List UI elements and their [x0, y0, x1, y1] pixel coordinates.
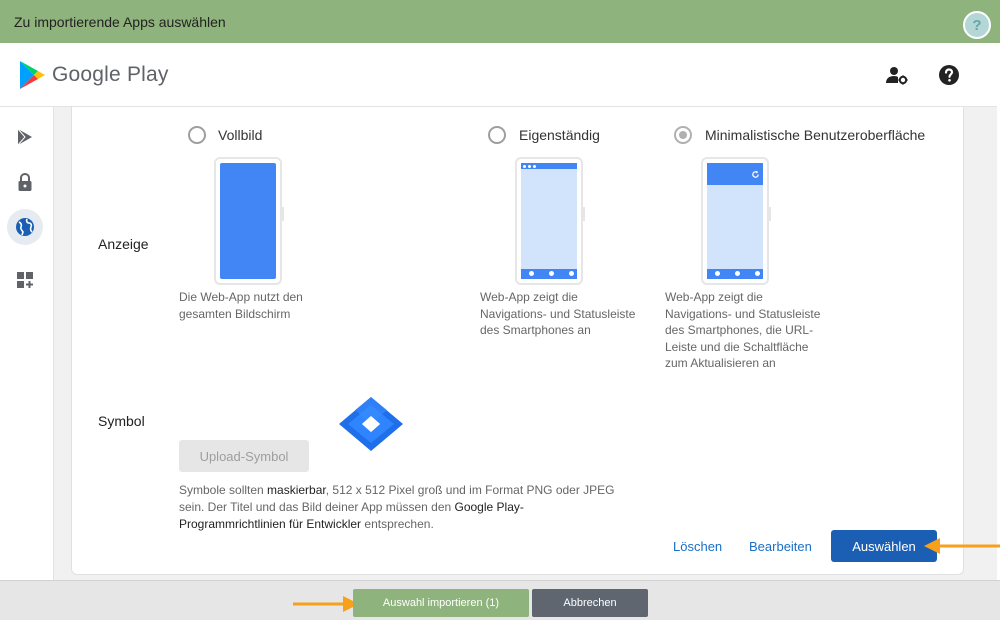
user-settings-icon[interactable]	[885, 63, 909, 87]
radio-standalone[interactable]	[488, 126, 506, 144]
play-icon	[17, 128, 32, 146]
radio-minimal-ui[interactable]	[674, 126, 692, 144]
import-selection-button[interactable]: Auswahl importieren (1)	[353, 589, 529, 617]
play-header: Google Play	[0, 43, 997, 107]
option-standalone-label[interactable]: Eigenständig	[519, 127, 600, 143]
sidebar	[0, 107, 54, 580]
arrow-annotation-icon	[924, 538, 1000, 554]
symbol-label: Symbol	[98, 413, 145, 429]
google-play-logo-text: Google Play	[52, 63, 169, 86]
option-fullscreen-description: Die Web-App nutzt den gesamten Bildschir…	[179, 290, 303, 321]
refresh-icon	[752, 170, 759, 178]
icon-requirements-note: Symbole sollten maskierbar, 512 x 512 Pi…	[179, 483, 615, 531]
dialog-help-icon[interactable]: ?	[963, 11, 991, 39]
help-icon[interactable]	[937, 63, 961, 87]
sidebar-item-security[interactable]	[7, 164, 43, 200]
app-icon-preview	[339, 397, 403, 451]
upload-icon-button[interactable]: Upload-Symbol	[179, 440, 309, 472]
google-play-logo-icon	[20, 61, 45, 89]
phone-preview-minimal-ui	[701, 157, 771, 285]
globe-icon	[16, 218, 34, 236]
phone-preview-fullscreen	[214, 157, 284, 285]
dialog-title: Zu importierende Apps auswählen	[14, 14, 226, 30]
sidebar-item-web-apps[interactable]	[7, 209, 43, 245]
option-minimal-ui-label[interactable]: Minimalistische Benutzeroberfläche	[705, 127, 925, 143]
sidebar-item-apps[interactable]	[7, 262, 43, 298]
option-minimal-ui-description: Web-App zeigt die Navigations- und Statu…	[665, 290, 821, 370]
add-apps-icon	[17, 272, 33, 288]
maskable-link[interactable]: maskierbar	[267, 483, 326, 497]
sidebar-item-play[interactable]	[7, 119, 43, 155]
cancel-button[interactable]: Abbrechen	[532, 589, 648, 617]
delete-button[interactable]: Löschen	[673, 539, 722, 554]
lock-icon	[18, 172, 32, 191]
display-label: Anzeige	[98, 236, 149, 252]
radio-fullscreen[interactable]	[188, 126, 206, 144]
edit-button[interactable]: Bearbeiten	[749, 539, 812, 554]
phone-preview-standalone	[515, 157, 585, 285]
option-standalone-description: Web-App zeigt die Navigations- und Statu…	[480, 290, 636, 337]
arrow-annotation-icon	[293, 596, 359, 612]
dialog-title-bar: Zu importierende Apps auswählen ?	[0, 0, 1000, 43]
option-fullscreen-label[interactable]: Vollbild	[218, 127, 262, 143]
